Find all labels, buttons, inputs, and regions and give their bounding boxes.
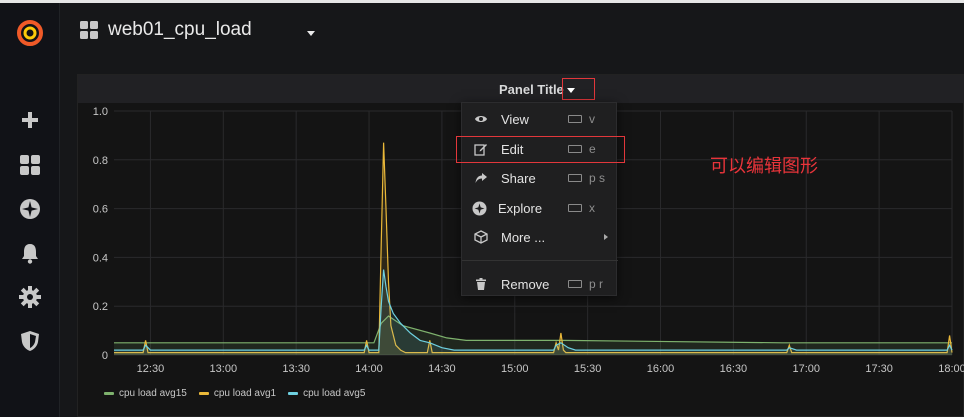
menu-item-label: Explore: [498, 201, 543, 216]
legend-label: cpu load avg15: [119, 388, 187, 399]
menu-item-remove[interactable]: Remove p r: [462, 270, 618, 298]
chevron-right-icon: [604, 234, 608, 240]
menu-item-label: Share: [501, 171, 536, 186]
legend-item[interactable]: cpu load avg15: [104, 388, 187, 399]
plus-icon[interactable]: [18, 108, 42, 132]
dashboard-title[interactable]: web01_cpu_load: [108, 19, 252, 41]
menu-item-label: View: [501, 112, 529, 127]
dashboard-grid-icon: [80, 21, 98, 39]
trash-icon: [474, 277, 488, 291]
menu-item-share[interactable]: Share p s: [462, 164, 618, 192]
keyboard-icon: [568, 174, 582, 182]
gear-icon[interactable]: [18, 285, 42, 309]
menu-shortcut: p s: [589, 171, 606, 185]
menu-item-view[interactable]: View v: [462, 105, 618, 133]
grafana-logo[interactable]: [16, 19, 44, 47]
dashboards-icon[interactable]: [18, 153, 42, 177]
legend-swatch: [198, 392, 209, 395]
compass-icon: [472, 201, 487, 216]
menu-divider: [462, 260, 618, 261]
legend-label: cpu load avg1: [213, 388, 277, 399]
legend-swatch: [104, 392, 114, 395]
keyboard-icon: [568, 204, 582, 212]
keyboard-icon: [568, 280, 582, 288]
dashboard-header: web01_cpu_load: [60, 3, 964, 59]
legend-swatch: [288, 392, 299, 395]
sidebar: [0, 3, 60, 417]
menu-item-more[interactable]: More ...: [462, 223, 618, 251]
panel-title[interactable]: Panel Title: [499, 82, 564, 97]
explore-icon[interactable]: [18, 197, 42, 221]
legend-item[interactable]: cpu load avg5: [288, 388, 365, 399]
legend-item[interactable]: cpu load avg1: [198, 388, 277, 399]
graph-legend: cpu load avg15 cpu load avg1 cpu load avg5: [104, 388, 365, 399]
edit-highlight-box: [456, 136, 625, 163]
shield-icon[interactable]: [18, 329, 42, 353]
chevron-down-icon[interactable]: [307, 31, 315, 36]
eye-icon: [474, 112, 488, 126]
menu-shortcut: p r: [589, 277, 604, 291]
menu-shortcut: x: [589, 201, 595, 215]
menu-item-label: More ...: [501, 230, 546, 245]
annotation-text: 可以编辑图形: [710, 156, 818, 176]
grafana-window: web01_cpu_load Panel Title 0 0.2 0.4 0.6 0.8…: [0, 0, 964, 417]
panel-header: Panel Title: [78, 75, 964, 103]
keyboard-icon: [568, 115, 582, 123]
menu-shortcut: v: [589, 112, 595, 126]
share-icon: [474, 171, 488, 185]
menu-item-explore[interactable]: Explore x: [462, 194, 618, 222]
legend-label: cpu load avg5: [303, 388, 366, 399]
caret-highlight-box: [562, 78, 595, 100]
bell-icon[interactable]: [18, 241, 42, 265]
menu-item-label: Remove: [501, 277, 550, 292]
panel-dropdown-menu: View v Edit e Share p s Explore x More .…: [461, 102, 618, 298]
cube-icon: [474, 230, 488, 244]
